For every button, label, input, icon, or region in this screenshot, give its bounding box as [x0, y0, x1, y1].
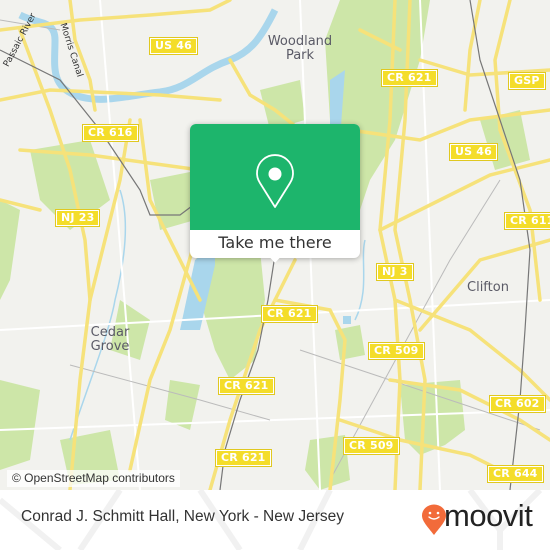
place-label-text: Cedar Grove	[90, 325, 130, 354]
road-shield-cr509: CR 509	[343, 437, 400, 455]
road-shield-cr509: CR 509	[368, 342, 425, 360]
popup-pointer	[265, 252, 285, 263]
road-shield-cr621: CR 621	[381, 69, 438, 87]
road-shield-us46: US 46	[149, 37, 198, 55]
location-popup: Take me there	[190, 124, 360, 263]
map-canvas[interactable]: Woodland Park Cedar Grove Clifton Passai…	[0, 0, 550, 490]
road-shield-cr611: CR 611	[504, 212, 550, 230]
map-pin-icon	[256, 154, 294, 208]
place-label-text: Woodland Park	[267, 34, 333, 63]
road-shield-cr621: CR 621	[218, 377, 275, 395]
road-shield-cr621: CR 621	[215, 449, 272, 467]
road-shield-nj3: NJ 3	[376, 263, 414, 281]
place-label-text: Clifton	[467, 280, 509, 295]
road-shield-cr621: CR 621	[261, 305, 318, 323]
place-label-clifton: Clifton	[467, 281, 509, 295]
road-shield-nj23: NJ 23	[54, 209, 101, 227]
road-shield-cr616: CR 616	[82, 124, 139, 142]
road-shield-cr602: CR 602	[489, 395, 546, 413]
road-shield-cr644: CR 644	[487, 465, 544, 483]
popup-header	[190, 124, 360, 230]
moovit-wordmark: moovit	[444, 498, 533, 533]
place-label-cedar-grove: Cedar Grove	[85, 326, 135, 354]
map-attribution[interactable]: © OpenStreetMap contributors	[7, 470, 180, 487]
place-label-woodland-park: Woodland Park	[265, 35, 335, 63]
moovit-logo[interactable]: moovit	[421, 498, 541, 536]
road-shield-gsp: GSP	[508, 72, 546, 90]
footer-bar: Conrad J. Schmitt Hall, New York - New J…	[0, 490, 550, 550]
road-shield-us46: US 46	[449, 143, 498, 161]
location-title: Conrad J. Schmitt Hall, New York - New J…	[21, 508, 345, 525]
